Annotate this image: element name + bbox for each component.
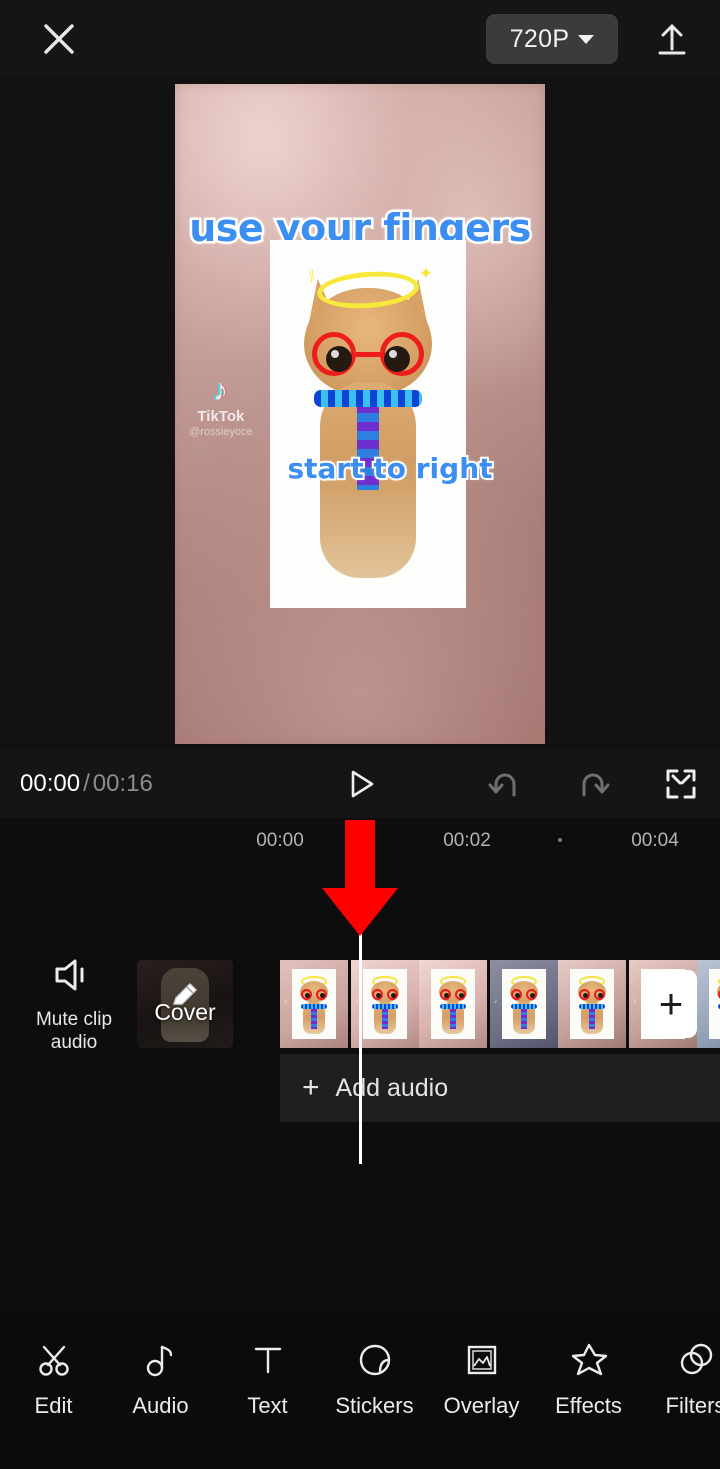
mute-clip-audio-label-line1: Mute clip (35, 1009, 113, 1030)
chevron-down-icon (578, 34, 595, 44)
bottom-toolbar: Edit Audio Text Stickers Overlay Effects… (0, 1314, 720, 1469)
plus-icon: + (302, 1071, 320, 1104)
add-audio-label: Add audio (335, 1073, 449, 1102)
cat-scarf (314, 390, 422, 407)
timeline[interactable]: 00:00 00:02 00:04 Mute clip audio Cover … (0, 818, 720, 1314)
close-icon (44, 24, 74, 54)
film-frame[interactable]: ♪ (490, 960, 558, 1048)
cover-button[interactable]: Cover (137, 960, 233, 1048)
tool-label: Effects (555, 1393, 622, 1418)
text-t-icon (249, 1340, 287, 1380)
ruler-tick: 00:02 (443, 830, 491, 851)
music-note-icon: ♪ (213, 374, 229, 407)
playback-bar: 00:00/00:16 (0, 750, 720, 818)
resolution-label: 720P (509, 24, 570, 53)
preview-caption-mid: start to right (285, 450, 494, 487)
resolution-selector[interactable]: 720P (486, 14, 618, 64)
film-frame[interactable] (558, 960, 626, 1048)
film-frame[interactable] (697, 960, 720, 1048)
ruler-dot (558, 838, 562, 842)
ruler-tick: 00:04 (631, 830, 679, 851)
watermark-mini: ♪ (633, 998, 637, 1005)
cat-eye-right (384, 346, 410, 372)
cat-card: ✦ ⫽ (270, 240, 466, 608)
video-preview-area[interactable]: use your fingers ✦ ⫽ start to right ♪ Ti… (0, 78, 720, 750)
mute-clip-audio-button[interactable]: Mute clip audio (28, 954, 120, 1054)
ruler-tick: 00:00 (256, 830, 304, 851)
mute-clip-audio-label-line2: audio (50, 1032, 98, 1054)
undo-button[interactable] (484, 763, 526, 805)
tiktok-watermark: ♪ TikTok @rossieyoce (189, 374, 253, 439)
undo-icon (488, 773, 516, 797)
star-sparkle-icon (570, 1340, 608, 1380)
fullscreen-icon (666, 769, 696, 799)
play-button[interactable] (337, 761, 383, 807)
tool-label: Filters (665, 1393, 720, 1418)
tool-stickers[interactable]: Stickers (321, 1340, 428, 1419)
total-time: 00:16 (92, 770, 153, 797)
redo-button[interactable] (572, 763, 614, 805)
tool-edit[interactable]: Edit (0, 1340, 107, 1419)
time-display: 00:00/00:16 (20, 770, 153, 798)
tool-filters[interactable]: Filters (642, 1340, 720, 1419)
watermark-handle: @rossieyoce (189, 426, 253, 438)
tool-label: Text (247, 1393, 288, 1418)
play-icon (351, 770, 374, 798)
lens-left (312, 332, 356, 376)
video-frame[interactable]: use your fingers ✦ ⫽ start to right ♪ Ti… (175, 84, 545, 744)
tool-label: Edit (34, 1393, 73, 1418)
playback-actions (484, 763, 702, 805)
plus-icon: + (658, 980, 684, 1027)
glasses-bridge (356, 352, 380, 357)
watermark-app-name: TikTok (197, 408, 245, 425)
cat-eye-left (326, 346, 352, 372)
watermark-mini: ♪ (284, 998, 288, 1005)
cat-illustration: ✦ ⫽ (289, 254, 447, 584)
tool-audio[interactable]: Audio (107, 1340, 214, 1419)
tool-label: Audio (132, 1393, 189, 1418)
export-button[interactable] (648, 15, 696, 63)
time-separator: / (83, 770, 90, 797)
tool-label: Stickers (335, 1393, 414, 1418)
sparkle-icon: ✦ (418, 264, 433, 283)
top-bar: 720P (0, 0, 720, 78)
red-arrow-annotation (322, 820, 398, 936)
film-frame[interactable]: ♪ (280, 960, 348, 1048)
scissors-icon (35, 1340, 73, 1380)
filters-circles-icon (677, 1340, 715, 1380)
tool-overlay[interactable]: Overlay (428, 1340, 535, 1419)
close-button[interactable] (36, 16, 82, 62)
video-editor-app: 720P use your fingers ✦ ⫽ start to right… (0, 0, 720, 1469)
current-time: 00:00 (20, 770, 81, 797)
watermark-mini: ♪ (494, 998, 498, 1005)
add-clip-button[interactable]: + (645, 970, 697, 1038)
image-frame-icon (463, 1340, 501, 1380)
music-note-icon (142, 1340, 180, 1380)
fullscreen-button[interactable] (660, 763, 702, 805)
tool-text[interactable]: Text (214, 1340, 321, 1419)
upload-icon (658, 24, 686, 55)
glasses-doodle-icon (312, 332, 424, 378)
lens-right (380, 332, 424, 376)
tool-label: Overlay (443, 1393, 520, 1418)
sticker-icon (356, 1340, 394, 1380)
redo-icon (582, 773, 610, 797)
add-audio-track[interactable]: + Add audio (280, 1054, 720, 1122)
cover-label: Cover (154, 998, 216, 1025)
watermark-mini: ♪ (355, 998, 359, 1005)
tool-effects[interactable]: Effects (535, 1340, 642, 1419)
speaker-mute-icon (55, 959, 84, 991)
film-frame[interactable] (419, 960, 487, 1048)
